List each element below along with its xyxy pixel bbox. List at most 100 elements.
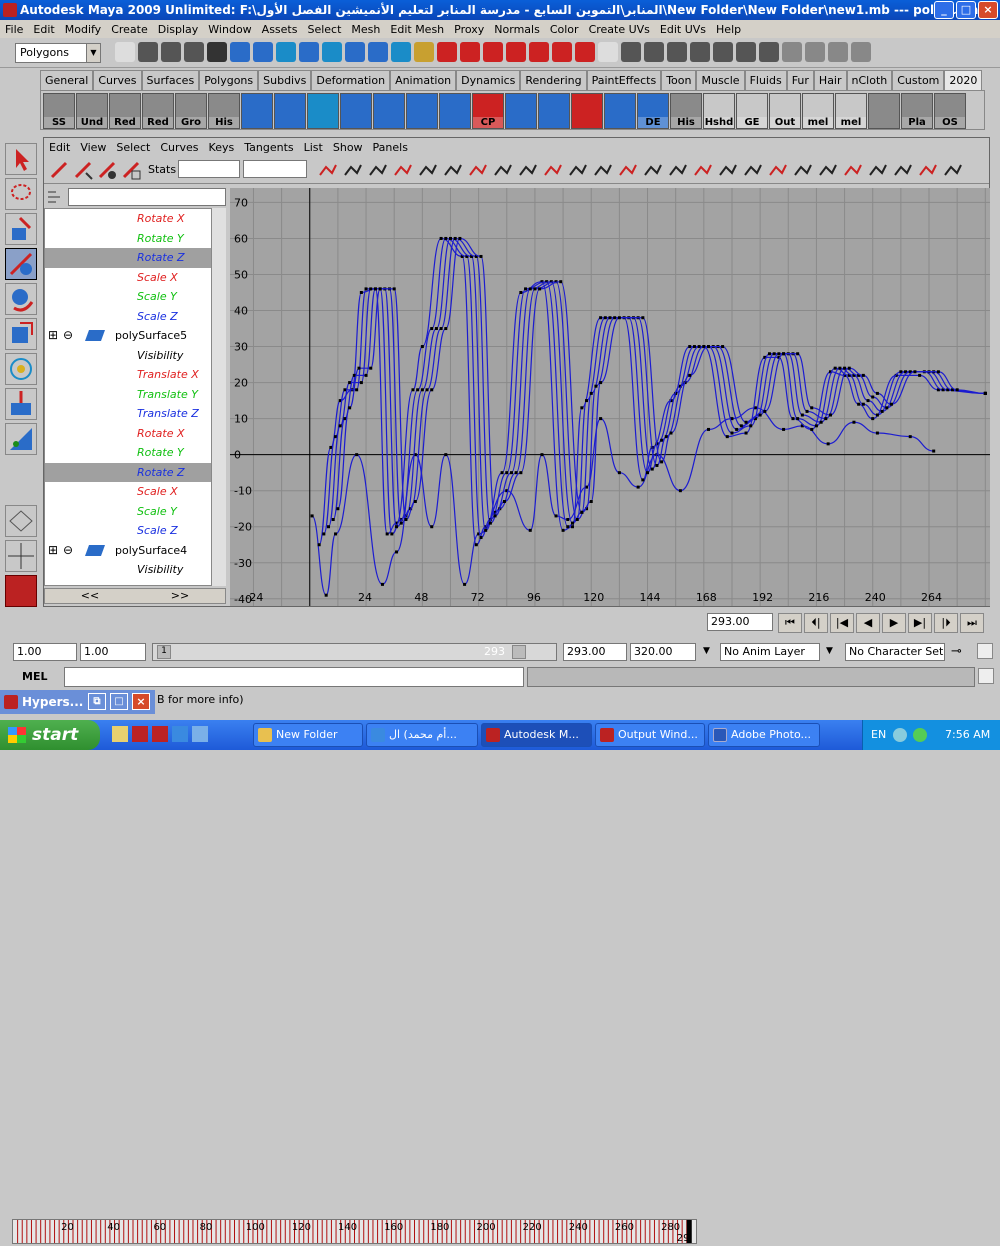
- key-point[interactable]: [594, 384, 598, 388]
- key-point[interactable]: [796, 417, 800, 421]
- key-point[interactable]: [852, 420, 856, 424]
- key-point[interactable]: [533, 287, 537, 291]
- status-tool-21-icon[interactable]: [598, 42, 618, 62]
- status-tool-1-icon[interactable]: [138, 42, 158, 62]
- shelf-item-0[interactable]: SS: [43, 93, 75, 129]
- key-point[interactable]: [819, 420, 823, 424]
- shelf-item-4[interactable]: Gro: [175, 93, 207, 129]
- shelf-item-26[interactable]: Pla: [901, 93, 933, 129]
- key-point[interactable]: [782, 427, 786, 431]
- key-point[interactable]: [357, 366, 361, 370]
- key-point[interactable]: [524, 287, 528, 291]
- key-point[interactable]: [768, 352, 772, 356]
- outliner-row[interactable]: Scale Y: [45, 287, 225, 307]
- key-point[interactable]: [885, 406, 889, 410]
- key-point[interactable]: [739, 424, 743, 428]
- outliner-row[interactable]: Rotate Y: [45, 443, 225, 463]
- move-key-icon[interactable]: [48, 159, 70, 181]
- outliner-row[interactable]: Rotate Z: [45, 462, 225, 482]
- key-point[interactable]: [514, 471, 518, 475]
- status-tool-31-icon[interactable]: [828, 42, 848, 62]
- key-point[interactable]: [650, 467, 654, 471]
- key-point[interactable]: [416, 388, 420, 392]
- key-point[interactable]: [493, 514, 497, 518]
- key-point[interactable]: [617, 471, 621, 475]
- key-point[interactable]: [439, 327, 443, 331]
- shelf-item-10[interactable]: [373, 93, 405, 129]
- key-point[interactable]: [721, 345, 725, 349]
- ge-tool-19-icon[interactable]: [791, 159, 813, 181]
- key-point[interactable]: [861, 402, 865, 406]
- ge-tool-25-icon[interactable]: [941, 159, 963, 181]
- key-point[interactable]: [500, 471, 504, 475]
- key-point[interactable]: [373, 287, 377, 291]
- menu-display[interactable]: Display: [153, 23, 204, 36]
- key-point[interactable]: [810, 427, 814, 431]
- key-point[interactable]: [824, 417, 828, 421]
- menu-create[interactable]: Create: [106, 23, 153, 36]
- add-key-icon[interactable]: [96, 159, 118, 181]
- key-point[interactable]: [908, 435, 912, 439]
- key-point[interactable]: [664, 435, 668, 439]
- key-point[interactable]: [678, 489, 682, 493]
- key-point[interactable]: [559, 280, 563, 284]
- key-point[interactable]: [599, 381, 603, 385]
- play-forward-icon[interactable]: ▶: [882, 613, 906, 633]
- key-point[interactable]: [833, 366, 837, 370]
- maya-quicklaunch-2-icon[interactable]: [152, 726, 168, 742]
- shelf-item-3[interactable]: Red: [142, 93, 174, 129]
- close-icon[interactable]: ×: [132, 693, 150, 710]
- mode-select[interactable]: Polygons ▼: [15, 43, 101, 63]
- menu-edit-mesh[interactable]: Edit Mesh: [385, 23, 449, 36]
- step-forward-key-icon[interactable]: |⏵: [934, 613, 958, 633]
- key-point[interactable]: [439, 236, 443, 240]
- shelf-item-14[interactable]: [505, 93, 537, 129]
- universal-manip-icon[interactable]: [5, 353, 37, 385]
- key-icon[interactable]: ⊸: [951, 644, 962, 659]
- insert-key-icon[interactable]: [72, 159, 94, 181]
- ge-menu-edit[interactable]: Edit: [44, 141, 75, 154]
- anim-start-field[interactable]: 1.00: [13, 643, 77, 661]
- restore-icon[interactable]: ⧉: [88, 693, 106, 710]
- key-point[interactable]: [355, 388, 359, 392]
- shelf-tab-animation[interactable]: Animation: [390, 70, 457, 90]
- key-point[interactable]: [570, 525, 574, 529]
- status-tool-14-icon[interactable]: [437, 42, 457, 62]
- key-point[interactable]: [918, 373, 922, 377]
- ie-quicklaunch-icon[interactable]: [172, 726, 188, 742]
- key-point[interactable]: [434, 327, 438, 331]
- key-point[interactable]: [331, 518, 335, 522]
- key-point[interactable]: [603, 316, 607, 320]
- outliner-row[interactable]: Translate Y: [45, 385, 225, 405]
- key-point[interactable]: [413, 500, 417, 503]
- key-point[interactable]: [580, 406, 584, 410]
- key-point[interactable]: [404, 518, 408, 522]
- outliner-filter-icon[interactable]: [46, 188, 66, 206]
- shelf-tab-muscle[interactable]: Muscle: [696, 70, 745, 90]
- shelf-item-22[interactable]: Out: [769, 93, 801, 129]
- key-point[interactable]: [932, 449, 936, 453]
- key-point[interactable]: [655, 463, 659, 467]
- status-tool-10-icon[interactable]: [345, 42, 365, 62]
- explorer-quicklaunch-icon[interactable]: [192, 726, 208, 742]
- status-tool-3-icon[interactable]: [184, 42, 204, 62]
- key-point[interactable]: [458, 236, 462, 240]
- status-tool-24-icon[interactable]: [667, 42, 687, 62]
- key-point[interactable]: [744, 420, 748, 424]
- outliner-row[interactable]: Rotate Z: [45, 248, 225, 268]
- key-point[interactable]: [479, 254, 483, 258]
- outliner-row[interactable]: Scale X: [45, 268, 225, 288]
- key-point[interactable]: [444, 236, 448, 240]
- key-point[interactable]: [725, 435, 729, 439]
- ge-tool-24-icon[interactable]: [916, 159, 938, 181]
- status-tool-25-icon[interactable]: [690, 42, 710, 62]
- maya-quicklaunch-icon[interactable]: [132, 726, 148, 742]
- shelf-tab-deformation[interactable]: Deformation: [311, 70, 391, 90]
- ge-tool-10-icon[interactable]: [566, 159, 588, 181]
- key-point[interactable]: [570, 521, 574, 525]
- ge-tool-5-icon[interactable]: [441, 159, 463, 181]
- key-point[interactable]: [505, 471, 509, 475]
- shelf-tab-general[interactable]: General: [40, 70, 94, 90]
- key-point[interactable]: [828, 413, 832, 417]
- current-frame-field[interactable]: 293.00: [707, 613, 773, 631]
